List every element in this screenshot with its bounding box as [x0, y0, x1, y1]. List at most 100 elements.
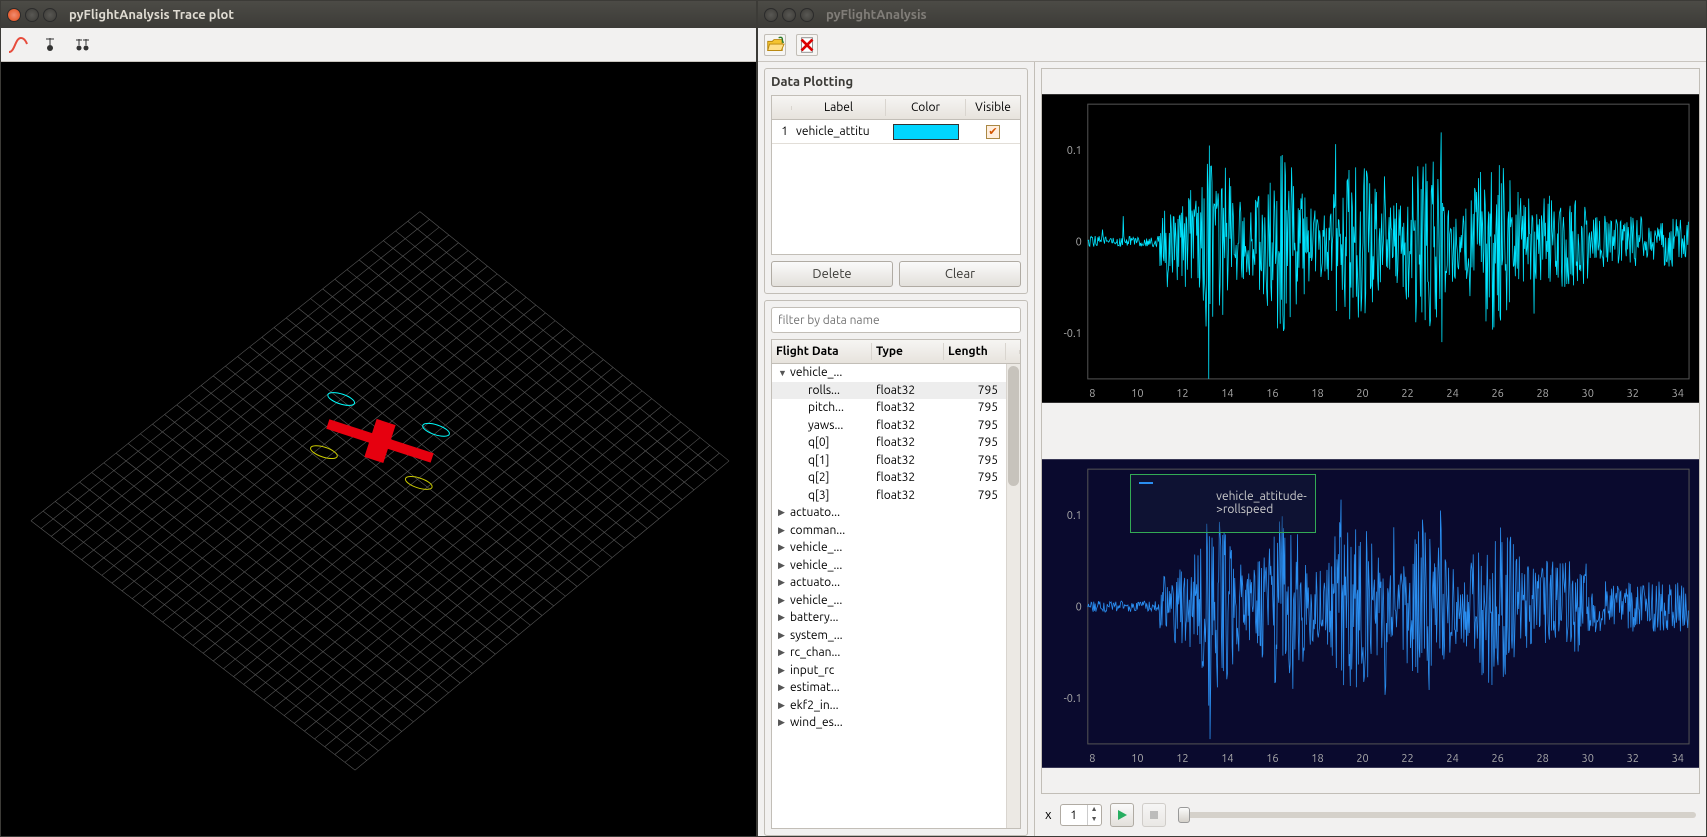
- tree-item-name: comman...: [790, 524, 845, 537]
- tree-row[interactable]: pitch...float32795: [772, 399, 1006, 417]
- tree-item-name: battery...: [790, 611, 838, 624]
- curve-icon[interactable]: [7, 34, 29, 56]
- data-plotting-title: Data Plotting: [771, 75, 1021, 89]
- drone-single-icon[interactable]: [39, 34, 61, 56]
- data-plotting-group: Data Plotting Label Color Visible 1vehic…: [764, 68, 1028, 294]
- play-button[interactable]: [1110, 803, 1134, 827]
- tree-item-name: yaws...: [808, 419, 843, 432]
- time-slider[interactable]: [1178, 812, 1696, 818]
- tree-item-name: actuato...: [790, 576, 840, 589]
- minimize-icon[interactable]: [25, 8, 39, 22]
- tree-row[interactable]: ▶rc_chan...: [772, 644, 1006, 662]
- dp-idx: 1: [772, 125, 792, 138]
- tree-row[interactable]: ▶vehicle_...: [772, 592, 1006, 610]
- tree-row[interactable]: ▶battery...: [772, 609, 1006, 627]
- tree-item-name: vehicle_...: [790, 366, 842, 379]
- tree-row[interactable]: ▶system_...: [772, 627, 1006, 645]
- dp-header-color: Color: [886, 99, 966, 116]
- expand-icon[interactable]: ▶: [778, 665, 788, 676]
- tree-row[interactable]: yaws... float32795: [772, 417, 1006, 435]
- tree-row[interactable]: ▶vehicle_...: [772, 557, 1006, 575]
- delete-file-icon[interactable]: [796, 34, 818, 56]
- 3d-viewport[interactable]: [1, 62, 756, 836]
- tree-item-length: 795: [944, 419, 1006, 432]
- expand-icon[interactable]: ▶: [778, 525, 788, 536]
- speed-spinner[interactable]: ▲▼: [1060, 804, 1102, 826]
- filter-input[interactable]: [771, 307, 1021, 333]
- slider-thumb[interactable]: [1178, 807, 1190, 823]
- svg-text:22: 22: [1401, 388, 1413, 400]
- svg-text:14: 14: [1221, 753, 1233, 765]
- svg-text:20: 20: [1356, 388, 1368, 400]
- plot-top[interactable]: 810121416182022242628303234-0.100.1: [1042, 69, 1699, 428]
- series-label-box[interactable]: vehicle_attitude->rollspeed: [1130, 474, 1316, 533]
- expand-icon[interactable]: ▶: [778, 612, 788, 623]
- svg-text:18: 18: [1311, 388, 1323, 400]
- titlebar-right[interactable]: pyFlightAnalysis: [758, 1, 1706, 28]
- svg-text:16: 16: [1266, 388, 1278, 400]
- tree-row[interactable]: ▼vehicle_...: [772, 364, 1006, 382]
- minimize-icon[interactable]: [782, 8, 796, 22]
- plot-bottom[interactable]: 810121416182022242628303234-0.100.1 vehi…: [1042, 434, 1699, 793]
- expand-icon[interactable]: ▼: [778, 368, 788, 378]
- tree-row[interactable]: ▶input_rc: [772, 662, 1006, 680]
- spin-down-icon[interactable]: ▼: [1088, 815, 1101, 825]
- flight-data-tree[interactable]: Flight Data Type Length ▼vehicle_...roll…: [771, 339, 1021, 829]
- tree-item-length: 795: [944, 489, 1006, 502]
- expand-icon[interactable]: ▶: [778, 542, 788, 553]
- tree-row[interactable]: q[2]float32795: [772, 469, 1006, 487]
- maximize-icon[interactable]: [800, 8, 814, 22]
- tree-item-name: vehicle_...: [790, 541, 842, 554]
- expand-icon[interactable]: ▶: [778, 595, 788, 606]
- tree-row[interactable]: q[3]float32795: [772, 487, 1006, 505]
- tree-row[interactable]: q[0]float32795: [772, 434, 1006, 452]
- maximize-icon[interactable]: [43, 8, 57, 22]
- open-file-icon[interactable]: [764, 34, 786, 56]
- delete-button[interactable]: Delete: [771, 261, 893, 287]
- tree-row[interactable]: ▶actuato...: [772, 504, 1006, 522]
- data-plotting-table[interactable]: Label Color Visible 1vehicle_attitu✔: [771, 95, 1021, 255]
- data-plotting-row[interactable]: 1vehicle_attitu✔: [772, 120, 1020, 144]
- tree-row[interactable]: ▶ekf2_in...: [772, 697, 1006, 715]
- window-title-right: pyFlightAnalysis: [826, 8, 927, 22]
- svg-text:26: 26: [1491, 388, 1503, 400]
- svg-text:8: 8: [1089, 388, 1095, 400]
- stop-button[interactable]: [1142, 803, 1166, 827]
- svg-text:0: 0: [1076, 237, 1082, 249]
- tree-row[interactable]: ▶wind_es...: [772, 714, 1006, 732]
- tree-row[interactable]: q[1]float32795: [772, 452, 1006, 470]
- tree-item-type: float32: [872, 454, 944, 467]
- svg-text:-0.1: -0.1: [1064, 328, 1082, 340]
- expand-icon[interactable]: ▶: [778, 507, 788, 518]
- expand-icon[interactable]: ▶: [778, 647, 788, 658]
- expand-icon[interactable]: ▶: [778, 717, 788, 728]
- expand-icon[interactable]: ▶: [778, 700, 788, 711]
- expand-icon[interactable]: ▶: [778, 560, 788, 571]
- svg-text:32: 32: [1627, 753, 1639, 765]
- tree-row[interactable]: ▶vehicle_...: [772, 539, 1006, 557]
- svg-text:28: 28: [1537, 388, 1549, 400]
- tree-header-flightdata: Flight Data: [772, 343, 872, 360]
- tree-item-name: input_rc: [790, 664, 834, 677]
- visible-checkbox[interactable]: ✔: [986, 125, 1000, 139]
- drone-multi-icon[interactable]: [71, 34, 93, 56]
- titlebar-left[interactable]: pyFlightAnalysis Trace plot: [1, 1, 756, 28]
- close-icon[interactable]: [7, 8, 21, 22]
- tree-row[interactable]: rolls...float32795: [772, 382, 1006, 400]
- tree-row[interactable]: ▶estimat...: [772, 679, 1006, 697]
- spin-up-icon[interactable]: ▲: [1088, 805, 1101, 815]
- close-icon[interactable]: [764, 8, 778, 22]
- clear-button[interactable]: Clear: [899, 261, 1021, 287]
- tree-row[interactable]: ▶comman...: [772, 522, 1006, 540]
- tree-item-type: float32: [872, 419, 944, 432]
- svg-text:12: 12: [1176, 388, 1188, 400]
- scrollbar[interactable]: [1006, 364, 1020, 828]
- expand-icon[interactable]: ▶: [778, 682, 788, 693]
- expand-icon[interactable]: ▶: [778, 630, 788, 641]
- color-swatch[interactable]: [893, 124, 959, 140]
- speed-input[interactable]: [1061, 809, 1087, 822]
- tree-item-length: 795: [944, 401, 1006, 414]
- tree-item-name: pitch...: [808, 401, 844, 414]
- expand-icon[interactable]: ▶: [778, 577, 788, 588]
- tree-row[interactable]: ▶actuato...: [772, 574, 1006, 592]
